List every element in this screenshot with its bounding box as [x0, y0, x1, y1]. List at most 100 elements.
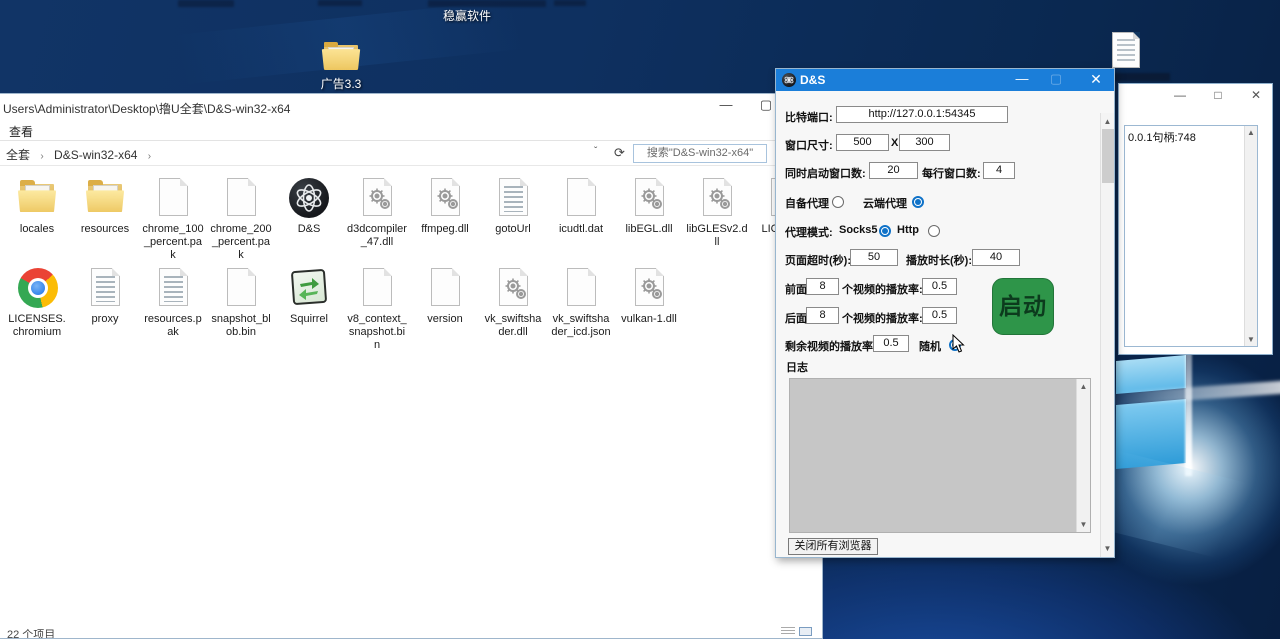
dll-file-icon — [492, 266, 534, 310]
file-item[interactable]: chrome_200_percent.pak — [210, 176, 272, 262]
file-item[interactable]: chrome_100_percent.pak — [142, 176, 204, 262]
duration-input[interactable]: 40 — [972, 249, 1020, 266]
file-item[interactable]: Squirrel — [278, 266, 340, 326]
file-item[interactable]: libGLESv2.dll — [686, 176, 748, 249]
port-input[interactable]: http://127.0.0.1:54345 — [836, 106, 1008, 123]
desktop-folder-icon[interactable] — [324, 42, 360, 70]
http-radio[interactable] — [928, 225, 940, 237]
front-rate-input[interactable]: 0.5 — [922, 278, 957, 295]
breadcrumb-current[interactable]: D&S-win32-x64 — [54, 148, 137, 162]
self-proxy-radio[interactable] — [832, 196, 844, 208]
file-icon — [560, 176, 602, 220]
proxy-mode-label: 代理模式: — [785, 224, 833, 240]
back-count-input[interactable]: 8 — [806, 307, 839, 324]
desktop-icon-label-cut — [554, 0, 586, 6]
file-label: icudtl.dat — [550, 223, 612, 236]
explorer-address-bar[interactable]: 全套 › D&S-win32-x64 › ˇ ⟳ 搜索"D&S-win32-x6… — [0, 141, 822, 166]
maximize-button: ▢ — [1039, 69, 1073, 91]
remain-rate-input[interactable]: 0.5 — [873, 335, 909, 352]
file-item[interactable]: vk_swiftshader_icd.json — [550, 266, 612, 339]
log-textarea[interactable]: ▲ ▼ — [789, 378, 1091, 533]
text-file-icon — [84, 266, 126, 310]
dialog-scrollbar[interactable]: ▲ ▼ — [1100, 113, 1114, 557]
start-button[interactable]: 启动 — [992, 278, 1054, 335]
close-button[interactable]: ✕ — [1241, 87, 1271, 105]
minimize-button[interactable]: — — [1165, 87, 1195, 105]
window-count-input[interactable]: 20 — [869, 162, 918, 179]
file-item[interactable]: LICENSES.chromium — [6, 266, 68, 339]
file-item[interactable]: v8_context_snapshot.bin — [346, 266, 408, 352]
file-item[interactable]: version — [414, 266, 476, 326]
maximize-button[interactable]: □ — [1203, 87, 1233, 105]
port-label: 比特端口: — [785, 109, 833, 125]
explorer-title-bar[interactable]: Users\Administrator\Desktop\撸U全套\D&S-win… — [0, 94, 822, 119]
log-scrollbar[interactable]: ▲ ▼ — [1076, 379, 1090, 532]
explorer-title: Users\Administrator\Desktop\撸U全套\D&S-win… — [3, 100, 290, 117]
desktop-icon-label-cut — [1108, 73, 1170, 81]
file-label: libEGL.dll — [618, 223, 680, 236]
file-label: resources.pak — [142, 313, 204, 339]
file-item[interactable]: D&S — [278, 176, 340, 236]
details-view-icon[interactable] — [781, 627, 795, 636]
front-rate-label: 个视频的播放率: — [842, 281, 923, 297]
per-row-input[interactable]: 4 — [983, 162, 1015, 179]
file-item[interactable]: vk_swiftshader.dll — [482, 266, 544, 339]
ds-dialog-title-bar[interactable]: D&S — ▢ ✕ — [776, 69, 1114, 91]
dll-file-icon — [628, 176, 670, 220]
file-label: version — [414, 313, 476, 326]
back-rate-input[interactable]: 0.5 — [922, 307, 957, 324]
self-proxy-label: 自备代理 — [785, 195, 829, 211]
dll-file-icon — [424, 176, 466, 220]
desktop-icon-label[interactable]: 稳赢软件 — [443, 7, 491, 24]
file-item[interactable]: libEGL.dll — [618, 176, 680, 236]
scrollbar[interactable]: ▲ ▼ — [1244, 126, 1257, 346]
handle-list-window: — □ ✕ 0.0.1句柄:748 ▲ ▼ — [1118, 83, 1273, 355]
handle-list-box[interactable]: 0.0.1句柄:748 ▲ ▼ — [1124, 125, 1258, 347]
duration-label: 播放时长(秒): — [906, 252, 972, 268]
file-item[interactable]: vulkan-1.dll — [618, 266, 680, 326]
window-height-input[interactable]: 300 — [899, 134, 950, 151]
front-count-input[interactable]: 8 — [806, 278, 839, 295]
file-item[interactable]: resources.pak — [142, 266, 204, 339]
refresh-icon[interactable]: ⟳ — [614, 145, 625, 161]
window-width-input[interactable]: 500 — [836, 134, 889, 151]
minimize-button[interactable]: — — [1005, 69, 1039, 91]
desktop: 稳赢软件 广告3.3 Users\Administrator\Desktop\撸… — [0, 0, 1280, 639]
file-label: resources — [74, 223, 136, 236]
file-item[interactable]: ffmpeg.dll — [414, 176, 476, 236]
file-label: vulkan-1.dll — [618, 313, 680, 326]
file-item[interactable]: proxy — [74, 266, 136, 326]
timeout-label: 页面超时(秒): — [785, 252, 851, 268]
desktop-folder-label[interactable]: 广告3.3 — [310, 75, 372, 92]
cloud-proxy-radio[interactable] — [912, 196, 924, 208]
file-label: D&S — [278, 223, 340, 236]
breadcrumb: 全套 › D&S-win32-x64 › — [6, 146, 158, 163]
file-label: locales — [6, 223, 68, 236]
breadcrumb-parent[interactable]: 全套 — [6, 148, 30, 162]
socks5-radio[interactable] — [879, 225, 891, 237]
ds-dialog-title: D&S — [800, 73, 825, 87]
menu-view[interactable]: 查看 — [9, 123, 33, 140]
explorer-minimize-button[interactable]: — — [707, 94, 745, 118]
file-item[interactable]: locales — [6, 176, 68, 236]
folder-icon — [84, 176, 126, 220]
window-size-label: 窗口尺寸: — [785, 137, 833, 153]
file-item[interactable]: d3dcompiler_47.dll — [346, 176, 408, 249]
close-all-browsers-button[interactable]: 关闭所有浏览器 — [788, 538, 878, 555]
chevron-down-icon[interactable]: ˇ — [594, 146, 597, 157]
file-item[interactable]: icudtl.dat — [550, 176, 612, 236]
size-separator: X — [891, 137, 898, 149]
dll-file-icon — [628, 266, 670, 310]
close-button[interactable]: ✕ — [1079, 69, 1113, 91]
window-count-label: 同时启动窗口数: — [785, 165, 866, 181]
timeout-input[interactable]: 50 — [850, 249, 898, 266]
file-label: vk_swiftshader.dll — [482, 313, 544, 339]
search-input[interactable]: 搜索"D&S-win32-x64" — [633, 144, 767, 163]
file-item[interactable]: resources — [74, 176, 136, 236]
thumbnail-view-icon[interactable] — [799, 627, 812, 636]
ds-dialog-window: D&S — ▢ ✕ 比特端口: http://127.0.0.1:54345 窗… — [775, 68, 1115, 558]
file-item[interactable]: gotoUrl — [482, 176, 544, 236]
desktop-document-icon[interactable] — [1112, 32, 1140, 68]
back-rate-label: 个视频的播放率: — [842, 310, 923, 326]
file-item[interactable]: snapshot_blob.bin — [210, 266, 272, 339]
